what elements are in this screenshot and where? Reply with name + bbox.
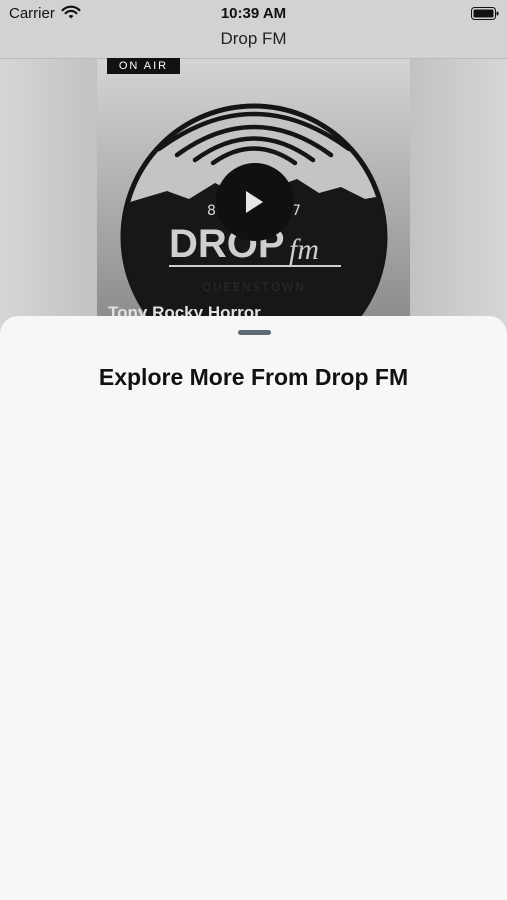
sheet-title: Explore More From Drop FM [98, 364, 409, 390]
logo-brand-suffix: fm [289, 233, 319, 266]
logo-underline [169, 265, 341, 267]
artwork-backdrop-left [0, 59, 97, 329]
logo-location: QUEENSTOWN [202, 280, 306, 294]
play-icon [246, 191, 263, 213]
battery-icon [471, 7, 499, 20]
status-bar: Carrier 10:39 AM [0, 0, 507, 28]
sheet-grabber[interactable] [238, 330, 271, 335]
on-air-badge: ON AIR [107, 58, 180, 74]
logo-frequency-left: 8 [207, 203, 216, 219]
nav-title: Drop FM [220, 29, 287, 48]
artwork-backdrop-right [410, 59, 507, 329]
status-time: 10:39 AM [220, 5, 287, 22]
explore-sheet: Explore More From Drop FM [0, 316, 507, 900]
play-button[interactable] [216, 163, 294, 241]
